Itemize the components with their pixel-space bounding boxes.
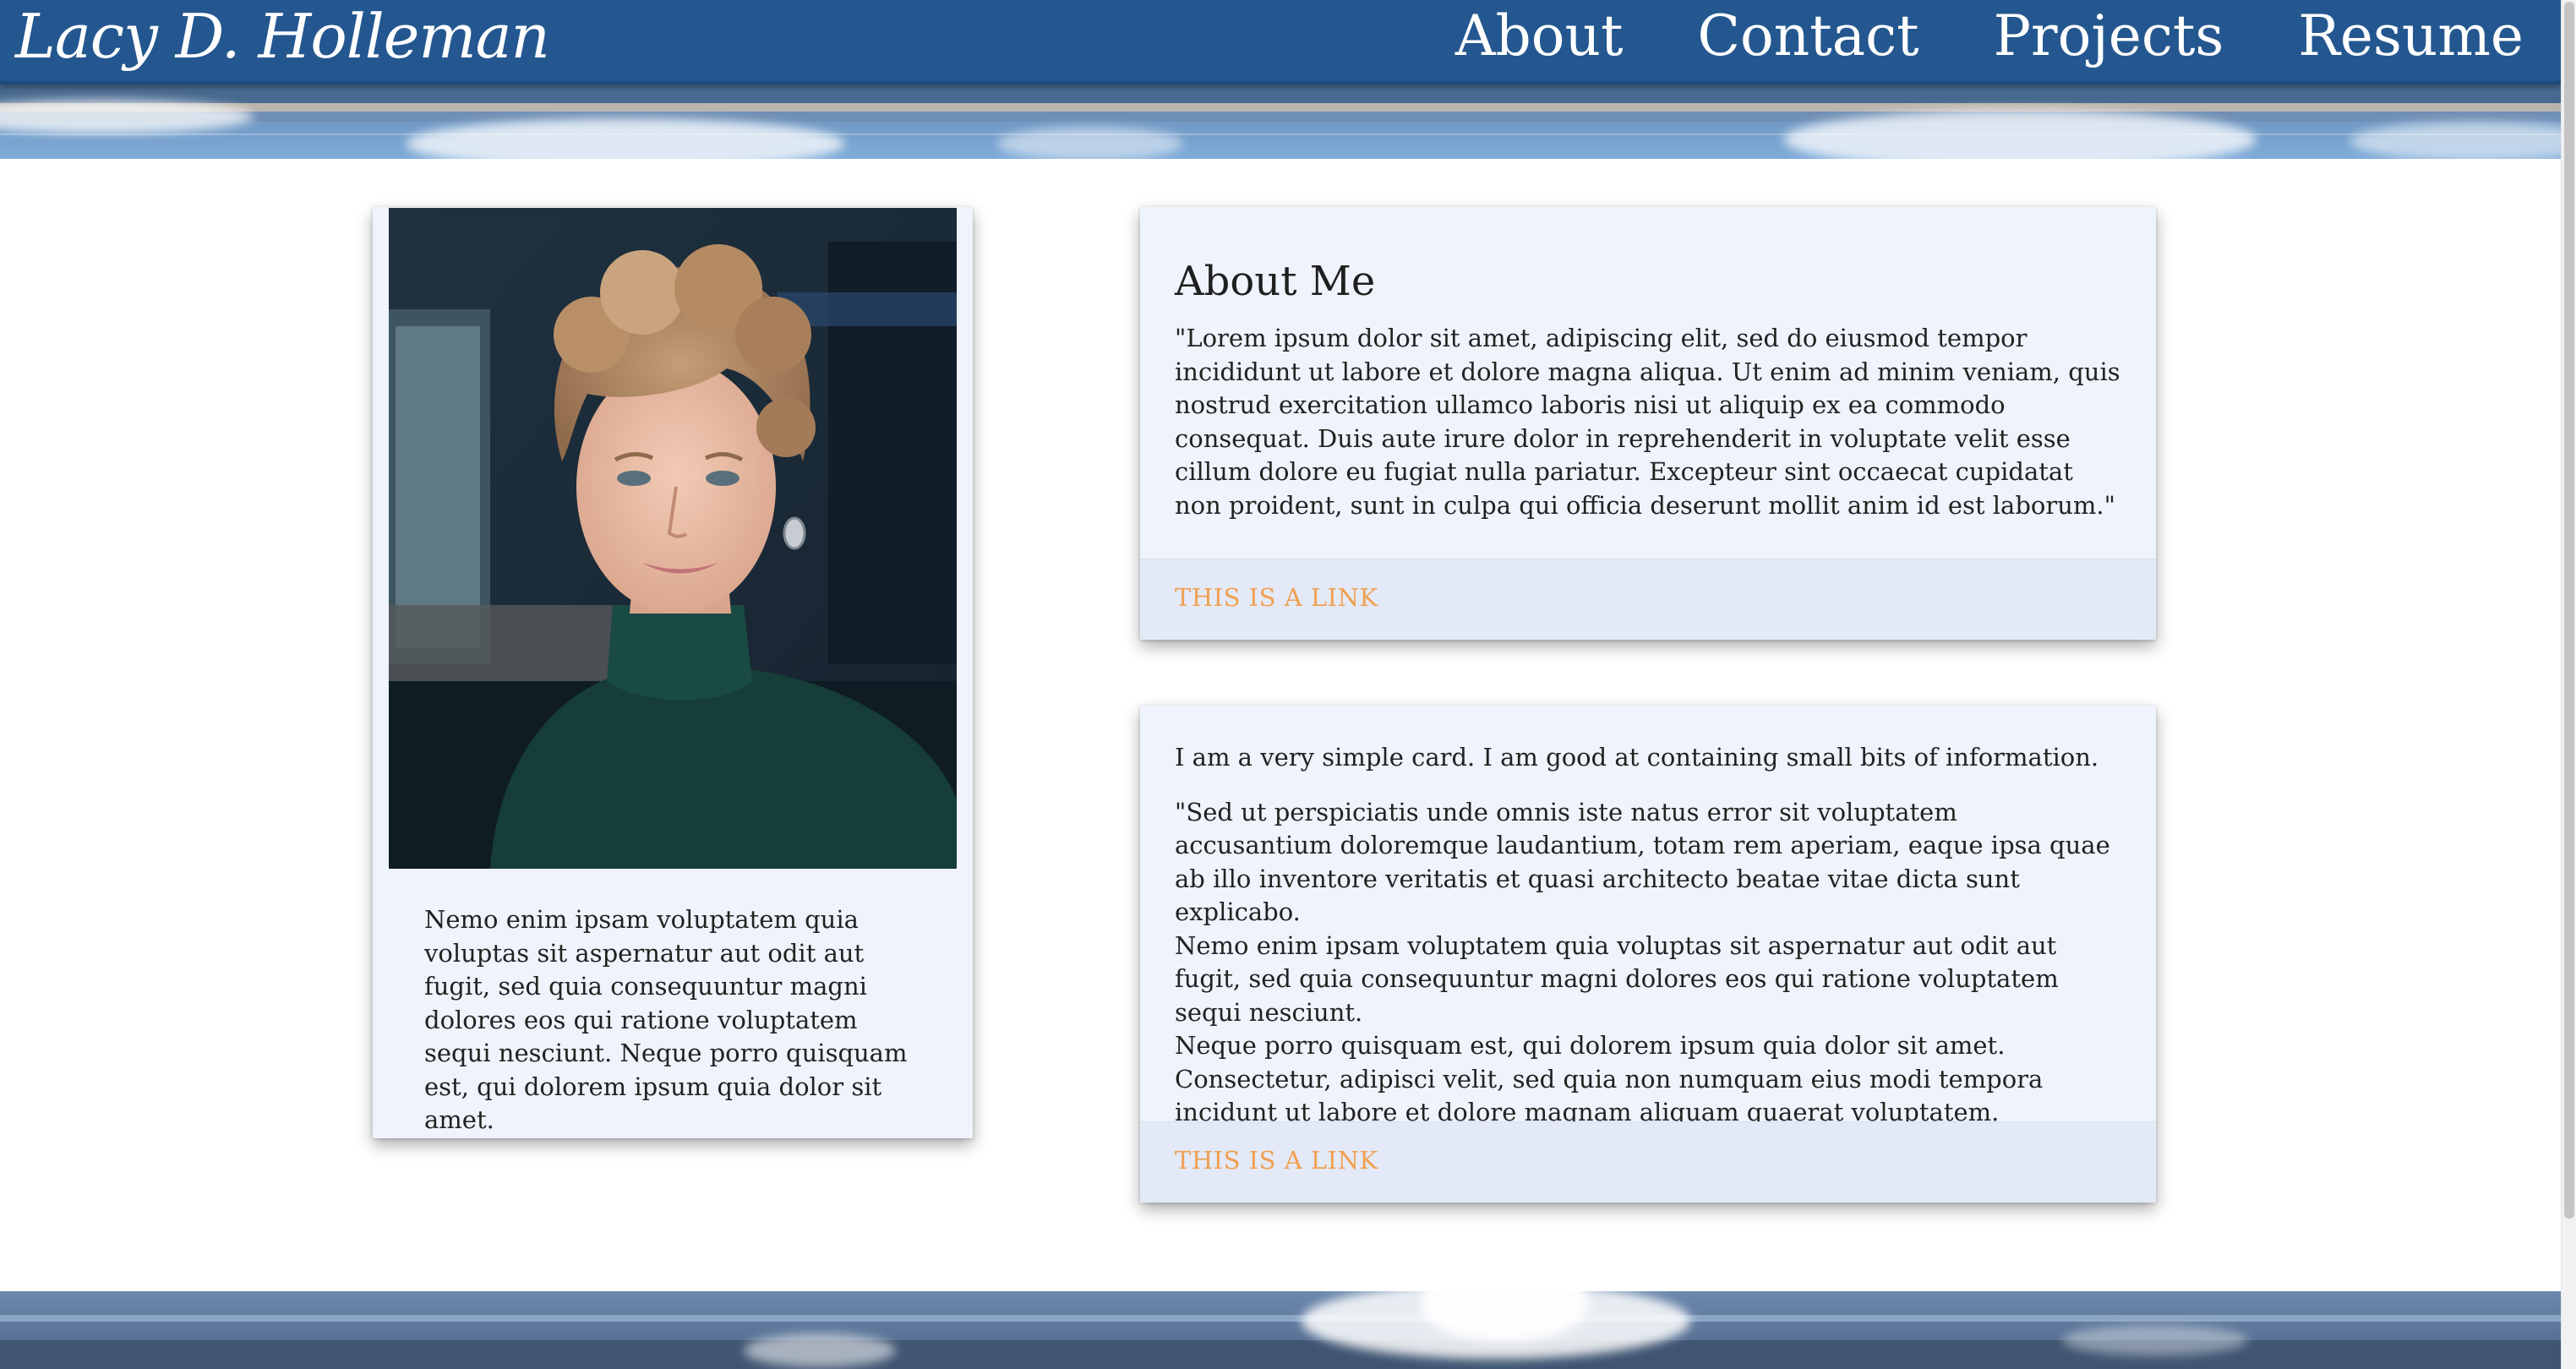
- info-card-line: "Sed ut perspiciatis unde omnis iste nat…: [1175, 797, 2110, 927]
- nav-menu: About Contact Projects Resume: [1418, 0, 2561, 76]
- nav-link-contact[interactable]: Contact: [1661, 0, 1957, 76]
- scrollbar-thumb[interactable]: [2564, 2, 2574, 1219]
- site-name[interactable]: Lacy D. Holleman: [15, 0, 550, 76]
- top-navbar: Lacy D. Holleman About Contact Projects …: [0, 0, 2561, 85]
- about-me-link[interactable]: THIS IS A LINK: [1175, 583, 1378, 612]
- about-me-card: About Me "Lorem ipsum dolor sit amet, ad…: [1140, 207, 2156, 640]
- info-card-link[interactable]: THIS IS A LINK: [1175, 1146, 1378, 1175]
- info-card-line: Nemo enim ipsam voluptatem quia voluptas…: [1175, 930, 2059, 1027]
- profile-card: Nemo enim ipsam voluptatem quia voluptas…: [373, 207, 973, 1138]
- nav-link-about[interactable]: About: [1418, 0, 1661, 76]
- about-me-title: About Me: [1175, 258, 1376, 305]
- info-card-action: THIS IS A LINK: [1140, 1121, 2156, 1203]
- info-card-intro: I am a very simple card. I am good at co…: [1175, 743, 2099, 772]
- info-card-body: I am a very simple card. I am good at co…: [1175, 741, 2121, 1130]
- about-me-body: "Lorem ipsum dolor sit amet, adipiscing …: [1175, 322, 2121, 522]
- profile-description: Nemo enim ipsam voluptatem quia voluptas…: [424, 905, 908, 1134]
- about-me-card-action: THIS IS A LINK: [1140, 559, 2156, 640]
- about-me-paragraph: "Lorem ipsum dolor sit amet, adipiscing …: [1175, 324, 2120, 520]
- info-card-line: Consectetur, adipisci velit, sed quia no…: [1175, 1064, 2044, 1127]
- header-sky-banner: [0, 85, 2561, 159]
- nav-link-resume[interactable]: Resume: [2261, 0, 2561, 76]
- simple-info-card: I am a very simple card. I am good at co…: [1140, 706, 2156, 1203]
- footer-sky-banner: [0, 1291, 2561, 1369]
- page-scrollbar[interactable]: [2561, 0, 2576, 1369]
- info-card-line: Neque porro quisquam est, qui dolorem ip…: [1175, 1031, 2006, 1060]
- nav-link-projects[interactable]: Projects: [1957, 0, 2262, 76]
- profile-photo: [389, 208, 957, 869]
